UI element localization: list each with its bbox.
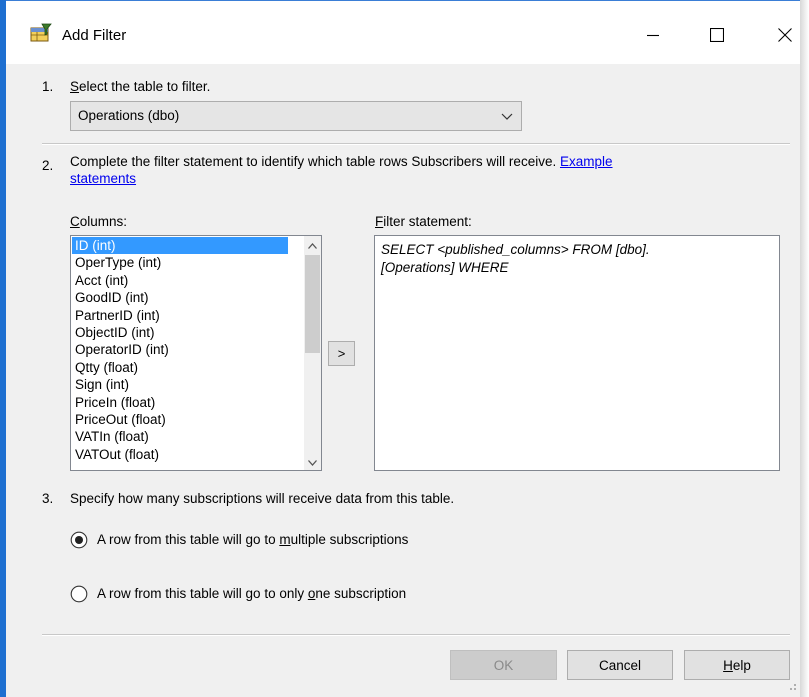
option-2-text-end: ne subscription (315, 586, 407, 601)
minimize-button[interactable] (630, 15, 676, 55)
step-1-label: Select the table to filter. (70, 79, 210, 94)
dialog-body: Add Filter 1. Select the table to filter… (6, 1, 800, 697)
radio-multiple-subscriptions[interactable] (70, 531, 88, 549)
title-bar[interactable]: Add Filter (6, 1, 800, 64)
filter-statement-textbox[interactable]: SELECT <published_columns> FROM [dbo]. [… (374, 235, 780, 471)
help-label: elp (732, 657, 751, 673)
filter-statement-line-2: [Operations] WHERE (381, 260, 509, 275)
add-filter-dialog: Add Filter 1. Select the table to filter… (0, 0, 809, 697)
step-3-number: 3. (42, 491, 54, 506)
column-list-item[interactable]: VATIn (float) (72, 428, 288, 445)
step-2-text: Complete the filter statement to identif… (70, 153, 770, 187)
filter-statement-label: Filter statement: (375, 214, 472, 229)
close-button[interactable] (762, 15, 808, 55)
filter-statement-line-1: SELECT <published_columns> FROM [dbo]. (381, 242, 650, 257)
cancel-button[interactable]: Cancel (567, 650, 673, 680)
step-3-text: Specify how many subscriptions will rece… (70, 491, 455, 506)
close-icon (778, 28, 792, 42)
resize-grip-icon[interactable] (787, 679, 797, 694)
maximize-icon (710, 28, 724, 42)
add-filter-app-icon (30, 23, 52, 43)
columns-accesskey: C (70, 214, 80, 229)
column-list-item[interactable]: Acct (int) (72, 272, 288, 289)
column-list-item[interactable]: VATOut (float) (72, 446, 288, 463)
option-1-text: A row from this table will go to (97, 532, 280, 547)
column-list-item[interactable]: PriceOut (float) (72, 411, 288, 428)
ok-button[interactable]: OK (450, 650, 557, 680)
table-select-value: Operations (dbo) (78, 108, 180, 123)
step-2-description: Complete the filter statement to identif… (70, 154, 557, 169)
window-title: Add Filter (62, 27, 127, 44)
separator-highlight (42, 144, 790, 145)
minimize-icon (647, 29, 659, 41)
columns-list: ID (int) OperType (int) Acct (int) GoodID (… (72, 237, 288, 463)
maximize-button[interactable] (694, 15, 740, 55)
columns-label: Columns: (70, 214, 127, 229)
column-list-item[interactable]: Qtty (float) (72, 359, 288, 376)
chevron-down-icon (308, 454, 317, 469)
column-list-item[interactable]: PartnerID (int) (72, 307, 288, 324)
column-list-item[interactable]: ID (int) (72, 237, 288, 255)
step-1-number: 1. (42, 79, 54, 94)
window-shadow (800, 0, 809, 697)
radio-one-subscription[interactable] (70, 585, 88, 603)
step-1-label-text: elect the table to filter. (79, 79, 211, 94)
radio-multiple-label: A row from this table will go to multipl… (97, 532, 408, 547)
add-column-button[interactable]: > (328, 341, 355, 366)
scroll-up-button[interactable] (304, 236, 321, 253)
help-button[interactable]: Help (684, 650, 790, 680)
scroll-down-button[interactable] (304, 453, 321, 470)
columns-scrollbar[interactable] (304, 236, 321, 470)
option-1-accesskey: m (279, 532, 291, 547)
radio-one-label: A row from this table will go to only on… (97, 586, 406, 601)
example-statements-link-cont[interactable]: statements (70, 171, 136, 186)
option-1-text-end: ultiple subscriptions (290, 532, 409, 547)
separator-highlight (42, 635, 790, 636)
filter-accesskey: F (375, 214, 384, 229)
columns-label-text: olumns: (79, 214, 128, 229)
filter-label-text: ilter statement: (383, 214, 472, 229)
help-accesskey: H (723, 657, 733, 673)
chevron-down-icon (501, 110, 513, 125)
example-statements-link[interactable]: Example (560, 154, 613, 169)
column-list-item[interactable]: OperatorID (int) (72, 341, 288, 358)
column-list-item[interactable]: ObjectID (int) (72, 324, 288, 341)
step-1-accesskey: S (70, 79, 80, 94)
column-list-item[interactable]: Sign (int) (72, 376, 288, 393)
columns-listbox[interactable]: ID (int) OperType (int) Acct (int) GoodID (… (70, 235, 322, 471)
column-list-item[interactable]: OperType (int) (72, 254, 288, 271)
step-2-number: 2. (42, 158, 54, 173)
table-select[interactable]: Operations (dbo) (70, 101, 522, 131)
scrollbar-thumb[interactable] (305, 255, 320, 353)
column-list-item[interactable]: GoodID (int) (72, 289, 288, 306)
chevron-up-icon (308, 237, 317, 252)
column-list-item[interactable]: PriceIn (float) (72, 394, 288, 411)
option-2-text: A row from this table will go to only (97, 586, 308, 601)
